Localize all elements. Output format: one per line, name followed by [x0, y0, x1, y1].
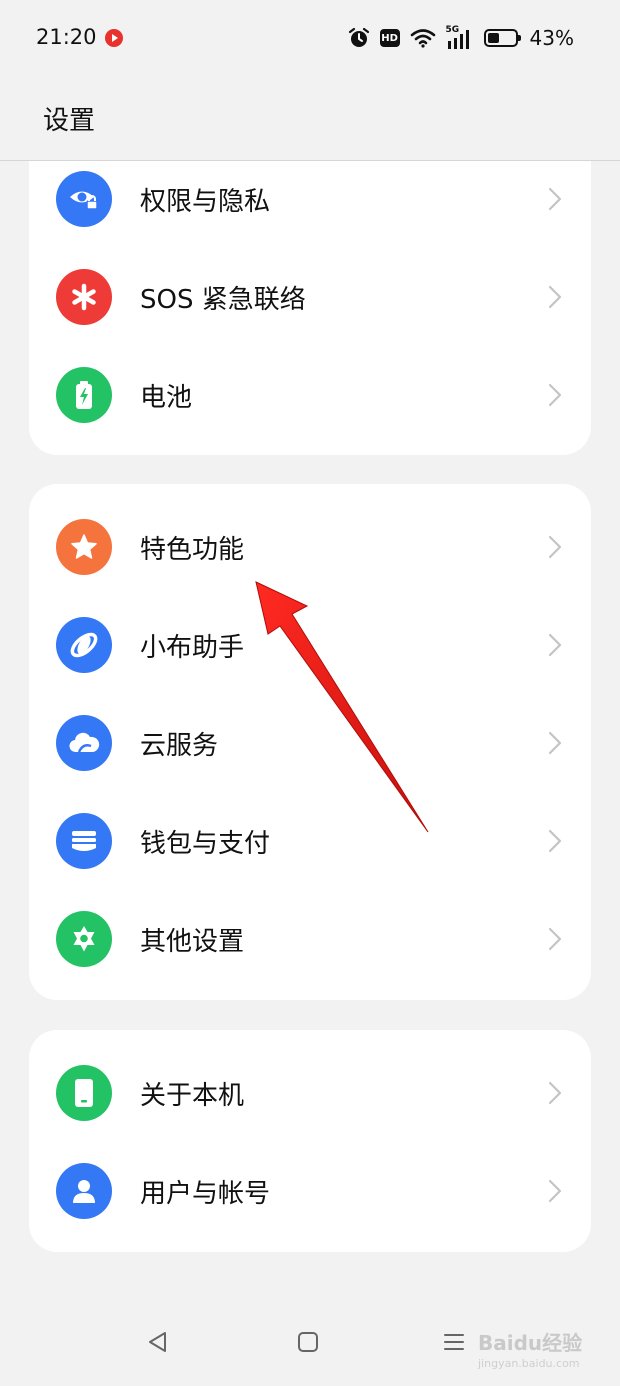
network-type-label: 5G	[445, 25, 460, 35]
status-bar: 21:20 HD 5G 43%	[0, 0, 620, 76]
settings-item-label: 电池	[140, 383, 193, 413]
chevron-right-icon	[548, 927, 562, 951]
settings-item-label: 权限与隐私	[140, 187, 271, 217]
settings-item-label: 特色功能	[140, 535, 245, 565]
chevron-right-icon	[548, 383, 562, 407]
recents-nav-button[interactable]	[442, 1330, 466, 1354]
chevron-right-icon	[548, 633, 562, 657]
chevron-right-icon	[548, 829, 562, 853]
chevron-right-icon	[548, 535, 562, 559]
watermark-logo: Baidu经验	[478, 1331, 583, 1355]
settings-item-wallet[interactable]: 钱包与支付	[29, 792, 591, 890]
settings-item-cloud[interactable]: 云服务	[29, 694, 591, 792]
watermark-url: jingyan.baidu.com	[478, 1357, 580, 1370]
settings-item-other[interactable]: 其他设置	[29, 890, 591, 988]
battery-icon	[56, 367, 112, 423]
settings-item-label: 钱包与支付	[140, 829, 271, 859]
privacy-eye-lock-icon	[56, 171, 112, 227]
battery-percent: 43%	[529, 26, 574, 50]
screen-record-icon	[105, 29, 123, 47]
settings-item-label: SOS 紧急联络	[140, 285, 306, 315]
settings-group-2: 特色功能 小布助手 云服务 钱包与支付 其他设置	[29, 484, 591, 1000]
home-nav-button[interactable]	[296, 1330, 320, 1354]
settings-item-label: 用户与帐号	[140, 1179, 271, 1209]
assistant-orbit-icon	[56, 617, 112, 673]
status-icons: HD 5G 43%	[348, 24, 574, 52]
settings-item-label: 关于本机	[140, 1081, 245, 1111]
sos-asterisk-icon	[56, 269, 112, 325]
chevron-right-icon	[548, 1081, 562, 1105]
cloud-icon	[56, 715, 112, 771]
wallet-icon	[56, 813, 112, 869]
hd-icon: HD	[379, 29, 400, 47]
settings-item-sos[interactable]: SOS 紧急联络	[29, 248, 591, 346]
settings-item-privacy[interactable]: 权限与隐私	[29, 161, 591, 248]
user-icon	[56, 1163, 112, 1219]
settings-item-label: 云服务	[140, 731, 219, 761]
alarm-icon	[348, 27, 369, 47]
wifi-icon	[410, 29, 435, 48]
settings-group-3: 关于本机 用户与帐号	[29, 1030, 591, 1252]
settings-item-accounts[interactable]: 用户与帐号	[29, 1142, 591, 1240]
status-time: 21:20	[36, 25, 97, 49]
settings-item-label: 小布助手	[140, 633, 245, 663]
gear-icon	[56, 911, 112, 967]
settings-item-label: 其他设置	[140, 927, 245, 957]
star-icon	[56, 519, 112, 575]
settings-group-1: 权限与隐私 SOS 紧急联络 电池	[29, 161, 591, 455]
chevron-right-icon	[548, 731, 562, 755]
settings-item-features[interactable]: 特色功能	[29, 498, 591, 596]
battery-icon	[483, 29, 521, 47]
settings-item-battery[interactable]: 电池	[29, 346, 591, 444]
signal-icon: 5G	[445, 25, 474, 49]
chevron-right-icon	[548, 285, 562, 309]
settings-item-about[interactable]: 关于本机	[29, 1044, 591, 1142]
back-nav-button[interactable]	[146, 1330, 170, 1354]
chevron-right-icon	[548, 1179, 562, 1203]
page-title: 设置	[43, 106, 96, 136]
settings-item-assistant[interactable]: 小布助手	[29, 596, 591, 694]
chevron-right-icon	[548, 187, 562, 211]
phone-device-icon	[56, 1065, 112, 1121]
